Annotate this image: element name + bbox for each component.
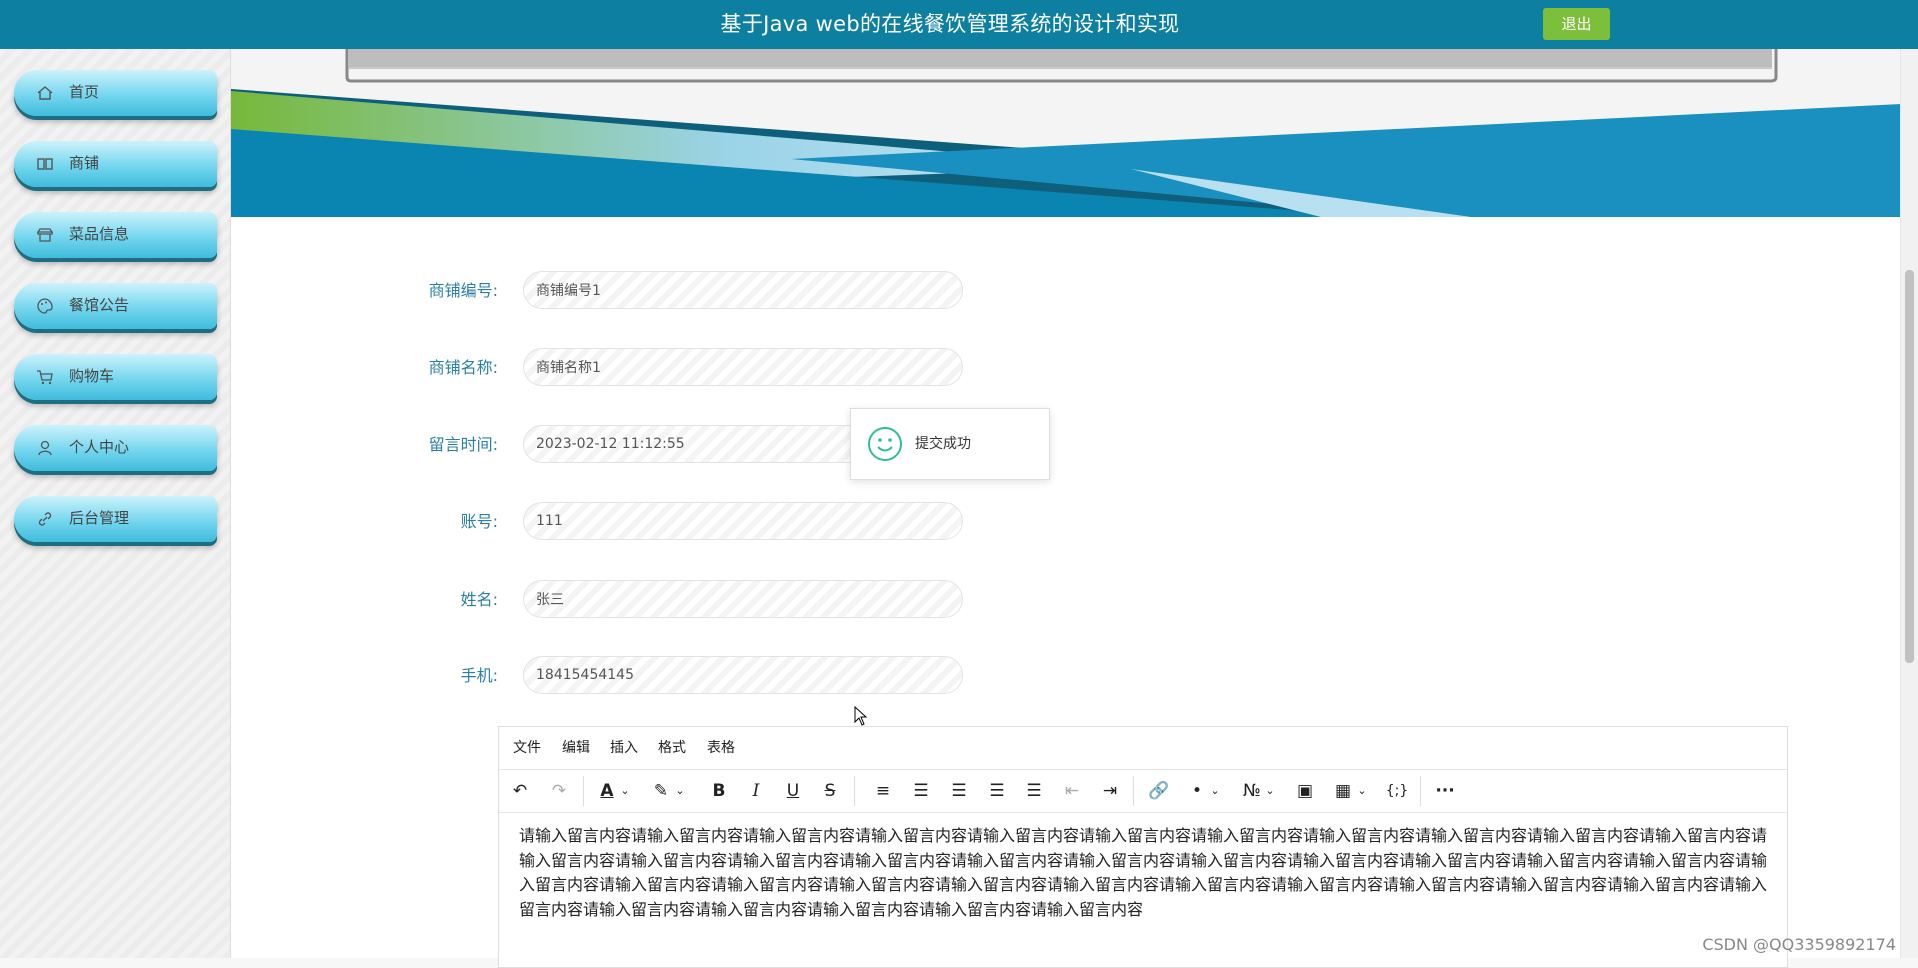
page-scrollbar[interactable] (1900, 0, 1918, 958)
book-icon (37, 158, 53, 170)
link-icon[interactable]: 🔗 (1144, 776, 1174, 806)
sidebar-item-label: 餐馆公告 (69, 296, 130, 314)
chevron-down-icon[interactable]: ⌄ (1262, 776, 1278, 806)
align-center-icon[interactable]: ☰ (944, 776, 974, 806)
toast-message: 提交成功 (915, 436, 971, 452)
smile-icon (868, 427, 902, 461)
toolbar-divider (1133, 776, 1134, 806)
cart-icon (37, 370, 53, 385)
banner-image (231, 49, 1901, 217)
image-icon[interactable]: ▣ (1290, 776, 1320, 806)
toolbar-divider (1420, 776, 1421, 806)
rich-text-editor: 文件 编辑 插入 格式 表格 ↶ ↷ A ⌄ ✎ ⌄ B I U S ≡ ☰ ☰… (498, 726, 1788, 968)
sidebar-item-shop[interactable]: 商铺 (14, 141, 217, 187)
palette-icon (37, 298, 53, 314)
message-time-label: 留言时间: (428, 435, 498, 454)
toolbar-divider (583, 776, 584, 806)
sidebar-item-label: 后台管理 (69, 509, 130, 527)
redo-icon[interactable]: ↷ (544, 776, 574, 806)
code-icon[interactable]: {;} (1382, 776, 1412, 806)
bold-icon[interactable]: B (704, 776, 734, 806)
home-icon (37, 86, 53, 100)
link-icon (38, 512, 52, 526)
sidebar-item-notice[interactable]: 餐馆公告 (14, 283, 217, 329)
logout-button[interactable]: 退出 (1543, 8, 1610, 40)
editor-content[interactable]: 请输入留言内容请输入留言内容请输入留言内容请输入留言内容请输入留言内容请输入留言… (519, 824, 1769, 922)
outdent-icon[interactable]: ⇤ (1057, 776, 1087, 806)
menu-table[interactable]: 表格 (707, 727, 735, 769)
toolbar-divider (854, 776, 855, 806)
more-icon[interactable]: ··· (1430, 776, 1460, 806)
italic-icon[interactable]: I (741, 776, 771, 806)
menu-format[interactable]: 格式 (658, 727, 686, 769)
name-label: 姓名: (460, 590, 498, 609)
chevron-down-icon[interactable]: ⌄ (672, 776, 688, 806)
account-field[interactable] (523, 502, 963, 540)
phone-label: 手机: (460, 666, 498, 685)
shop-name-field[interactable] (523, 348, 963, 386)
sidebar-item-label: 菜品信息 (69, 225, 130, 243)
sidebar-item-dishes[interactable]: 菜品信息 (14, 212, 217, 258)
header-bar: 基于Java web的在线餐饮管理系统的设计和实现 退出 (0, 0, 1918, 49)
sidebar-item-cart[interactable]: 购物车 (14, 354, 217, 400)
indent-icon[interactable]: ⇥ (1095, 776, 1125, 806)
menu-insert[interactable]: 插入 (610, 727, 638, 769)
phone-field[interactable] (523, 656, 963, 694)
scrollbar-thumb[interactable] (1905, 270, 1914, 663)
sidebar-item-label: 购物车 (69, 367, 115, 385)
undo-icon[interactable]: ↶ (505, 776, 535, 806)
underline-icon[interactable]: U (778, 776, 808, 806)
shop-number-label: 商铺编号: (428, 281, 498, 300)
editor-toolbar: ↶ ↷ A ⌄ ✎ ⌄ B I U S ≡ ☰ ☰ ☰ ☰ ⇤ ⇥ 🔗 • ⌄ … (499, 770, 1787, 813)
shop-icon (36, 228, 54, 242)
align-left-icon[interactable]: ☰ (906, 776, 936, 806)
line-height-icon[interactable]: ≡ (868, 776, 898, 806)
watermark: CSDN @QQ3359892174 (1702, 935, 1896, 954)
sidebar-item-label: 商铺 (69, 154, 100, 172)
editor-menubar: 文件 编辑 插入 格式 表格 (499, 727, 1787, 770)
sidebar-item-label: 个人中心 (69, 438, 130, 456)
sidebar-item-home[interactable]: 首页 (14, 70, 217, 116)
menu-file[interactable]: 文件 (513, 727, 541, 769)
success-toast: 提交成功 (850, 408, 1050, 480)
shop-number-field[interactable] (523, 271, 963, 309)
align-right-icon[interactable]: ☰ (982, 776, 1012, 806)
name-field[interactable] (523, 580, 963, 618)
app-title: 基于Java web的在线餐饮管理系统的设计和实现 (720, 12, 1180, 36)
chevron-down-icon[interactable]: ⌄ (1207, 776, 1223, 806)
mouse-cursor-icon (854, 706, 868, 726)
sidebar-item-admin[interactable]: 后台管理 (14, 496, 217, 542)
chevron-down-icon[interactable]: ⌄ (617, 776, 633, 806)
align-justify-icon[interactable]: ☰ (1019, 776, 1049, 806)
sidebar-item-profile[interactable]: 个人中心 (14, 425, 217, 471)
shop-name-label: 商铺名称: (428, 358, 498, 377)
chevron-down-icon[interactable]: ⌄ (1354, 776, 1370, 806)
menu-edit[interactable]: 编辑 (562, 727, 590, 769)
account-label: 账号: (460, 512, 498, 531)
strikethrough-icon[interactable]: S (815, 776, 845, 806)
sidebar-item-label: 首页 (69, 83, 100, 101)
sidebar: 首页 商铺 菜品信息 餐馆公告 购物车 个人中心 后台管理 (0, 49, 231, 958)
user-icon (38, 440, 52, 456)
